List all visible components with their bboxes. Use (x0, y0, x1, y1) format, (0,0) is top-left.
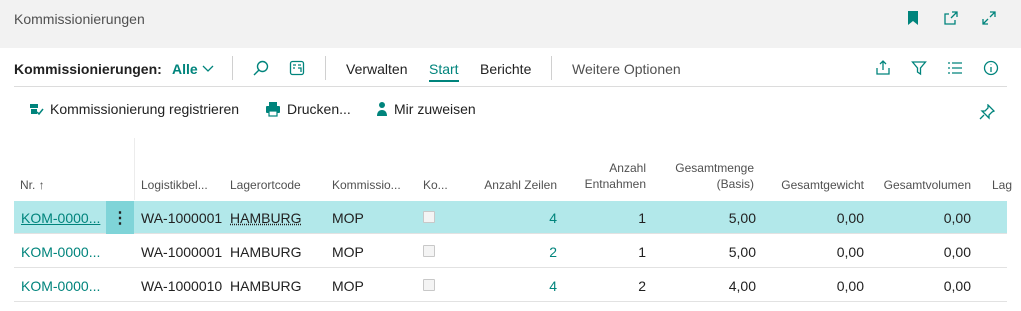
print-icon (266, 102, 280, 117)
info-icon[interactable] (981, 58, 1001, 78)
row-menu-button[interactable]: ⋮ (106, 201, 134, 234)
cell-logistikbeleg: WA-1000001 (141, 210, 223, 226)
col-ko[interactable]: Ko... (423, 178, 448, 193)
cell-gesamtvolumen: 0,00 (943, 244, 971, 260)
cell-anzahl-entnahmen: 1 (638, 210, 646, 226)
col-anzahl-entnahmen-line2[interactable]: Entnahmen (560, 177, 646, 192)
tab-verwalten[interactable]: Verwalten (346, 61, 407, 77)
col-gesamtgewicht[interactable]: Gesamtgewicht (764, 178, 864, 193)
view-filter-dropdown[interactable]: Alle (172, 61, 214, 77)
cell-gesamtgewicht: 0,00 (836, 210, 864, 226)
cell-gesamtmenge: 5,00 (728, 244, 756, 260)
open-new-window-icon[interactable] (941, 8, 961, 28)
print-button[interactable]: Drucken... (265, 101, 351, 117)
cell-gesamtvolumen: 0,00 (943, 278, 971, 294)
cell-anzahl-zeilen[interactable]: 2 (457, 244, 557, 260)
checkbox[interactable] (423, 279, 435, 291)
cell-gesamtvolumen: 0,00 (943, 210, 971, 226)
col-lagerortcode[interactable]: Lagerortcode (230, 178, 301, 193)
list-caption: Kommissionierungen: (14, 61, 162, 77)
print-label: Drucken... (287, 101, 351, 117)
col-nr[interactable]: Nr. ↑ (20, 178, 45, 193)
person-icon (377, 102, 387, 116)
cell-logistikbeleg: WA-1000001 (141, 244, 223, 260)
cell-kommissionierer: MOP (332, 278, 364, 294)
divider (134, 138, 135, 200)
cell-gesamtmenge: 4,00 (728, 278, 756, 294)
cell-gesamtgewicht: 0,00 (836, 244, 864, 260)
col-logistikbeleg[interactable]: Logistikbel... (141, 178, 208, 193)
pin-icon[interactable] (977, 102, 997, 122)
cell-logistikbeleg: WA-1000010 (141, 278, 223, 294)
table-row[interactable]: KOM-0000... WA-1000001 HAMBURG MOP 2 1 5… (14, 235, 1007, 268)
chevron-down-icon (202, 65, 214, 72)
cell-kommissionierer: MOP (332, 210, 364, 226)
more-options-button[interactable]: Weitere Optionen (572, 61, 681, 77)
cell-gesamtgewicht: 0,00 (836, 278, 864, 294)
cell-anzahl-zeilen[interactable]: 4 (457, 210, 557, 226)
col-gesamtmenge-line1[interactable]: Gesamtmenge (660, 161, 754, 176)
col-more: Lag (992, 178, 1013, 192)
register-pick-button[interactable]: Kommissionierung registrieren (28, 101, 239, 117)
assign-to-me-label: Mir zuweisen (394, 101, 476, 117)
promoted-actions: Kommissionierung registrieren Drucken...… (0, 92, 1021, 128)
cell-anzahl-zeilen[interactable]: 4 (457, 278, 557, 294)
cell-lagerortcode[interactable]: HAMBURG (230, 210, 302, 226)
divider (14, 86, 1007, 87)
register-pick-label: Kommissionierung registrieren (50, 101, 240, 117)
search-icon[interactable] (251, 58, 271, 78)
cell-kommissionierer: MOP (332, 244, 364, 260)
share-icon[interactable] (873, 58, 893, 78)
title-actions (903, 8, 999, 28)
col-anzahl-entnahmen-line1[interactable]: Anzahl (560, 161, 646, 176)
col-kommissionierer[interactable]: Kommissio... (332, 178, 401, 193)
filter-icon[interactable] (909, 58, 929, 78)
cell-anzahl-entnahmen: 2 (638, 278, 646, 294)
bookmark-icon[interactable] (903, 8, 923, 28)
table-row[interactable]: KOM-0000... ⋮ WA-1000001 HAMBURG MOP 4 1… (14, 201, 1007, 234)
action-bar-right (873, 58, 1001, 78)
tab-start[interactable]: Start (429, 61, 459, 82)
divider (551, 56, 552, 80)
cell-lagerortcode: HAMBURG (230, 244, 302, 260)
content-panel: Kommissionierungen: Alle Verwalten Start… (0, 48, 1021, 311)
tab-berichte[interactable]: Berichte (480, 61, 531, 77)
register-icon (30, 104, 44, 116)
edit-list-icon[interactable] (287, 58, 307, 78)
divider (232, 56, 233, 80)
divider (325, 56, 326, 80)
view-filter-label: Alle (172, 61, 198, 77)
checkbox[interactable] (423, 211, 435, 223)
cell-nr[interactable]: KOM-0000... (21, 210, 100, 226)
grid-header: Nr. ↑ Logistikbel... Lagerortcode Kommis… (0, 138, 1021, 200)
col-anzahl-zeilen[interactable]: Anzahl Zeilen (457, 178, 557, 193)
cell-lagerortcode: HAMBURG (230, 278, 302, 294)
col-gesamtvolumen[interactable]: Gesamtvolumen (870, 178, 971, 193)
cell-nr[interactable]: KOM-0000... (21, 278, 100, 294)
cell-gesamtmenge: 5,00 (728, 210, 756, 226)
list-view-icon[interactable] (945, 58, 965, 78)
title-bar: Kommissionierungen (0, 0, 1021, 48)
cell-nr[interactable]: KOM-0000... (21, 244, 100, 260)
table-row[interactable]: KOM-0000... WA-1000010 HAMBURG MOP 4 2 4… (14, 269, 1007, 302)
assign-to-me-button[interactable]: Mir zuweisen (376, 101, 476, 117)
cell-anzahl-entnahmen: 1 (638, 244, 646, 260)
col-gesamtmenge-line2[interactable]: (Basis) (660, 177, 754, 192)
action-bar: Kommissionierungen: Alle Verwalten Start… (0, 48, 1021, 88)
expand-icon[interactable] (979, 8, 999, 28)
checkbox[interactable] (423, 245, 435, 257)
page-title: Kommissionierungen (14, 11, 145, 27)
